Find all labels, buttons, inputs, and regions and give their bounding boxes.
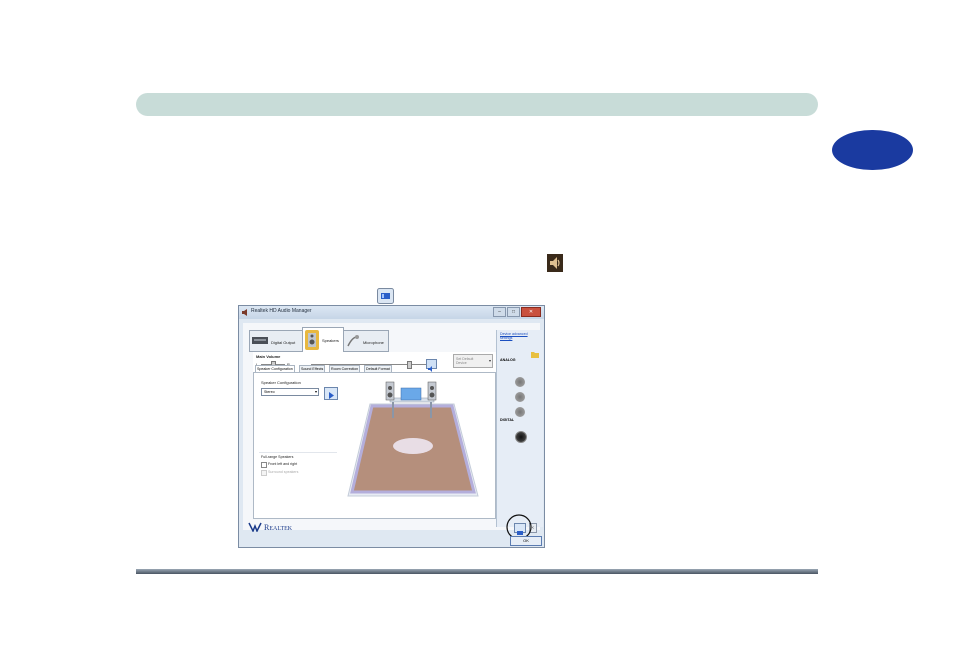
realtek-crab-icon [248,522,262,532]
analog-jack-3[interactable] [515,407,525,417]
window-client-area: Digital Output Speakers Microphone Main … [243,323,543,530]
device-advanced-settings-link[interactable]: Device advanced settings [500,332,538,340]
play-test-button[interactable] [324,387,338,400]
close-button[interactable]: ✕ [521,307,541,317]
window-title: Realtek HD Audio Manager [251,308,312,314]
chevron-down-icon: ▾ [488,358,491,363]
minimize-button[interactable]: – [493,307,506,317]
speaker-config-label: Speaker Configuration [261,380,301,385]
front-speakers-label: Front left and right [268,462,298,466]
maximize-button[interactable]: □ [507,307,520,317]
ok-button[interactable]: OK [510,536,542,546]
speaker-config-value: Stereo [264,390,275,394]
realtek-brand-text: Realtek [264,522,293,532]
speaker-configuration-panel: Speaker Configuration Stereo ▾ Full-rang… [253,372,496,519]
microphone-icon [347,335,359,347]
audio-manager-icon [377,288,394,304]
fullrange-group: Full-range Speakers Front left and right… [259,452,337,483]
digital-label: DIGITAL [500,418,515,422]
tab-digital-output[interactable]: Digital Output [249,330,303,352]
tab-label: Speakers [322,338,339,343]
page-footer-rule [136,569,818,574]
window-controls: – □ ✕ [493,307,541,317]
surround-speakers-label: Surround speakers [268,470,299,474]
window-titlebar: Realtek HD Audio Manager – □ ✕ [239,306,544,319]
chapter-tab [832,130,913,170]
play-icon [329,392,334,399]
fullrange-label: Full-range Speakers [261,455,294,459]
room-illustration [347,381,479,497]
surround-speakers-checkbox[interactable] [261,470,267,476]
digital-jack[interactable] [515,431,527,443]
tab-label: Microphone [363,340,384,345]
main-volume-label: Main Volume [256,354,281,359]
connector-side-panel: Device advanced settings ANALOG DIGITAL [496,330,543,527]
speaker-config-select[interactable]: Stereo ▾ [261,388,319,396]
realtek-audio-manager-window: Realtek HD Audio Manager – □ ✕ Digital O… [238,305,545,548]
tab-speakers[interactable]: Speakers [302,327,344,353]
set-default-device-dropdown[interactable]: Set Default Device ▾ [453,354,493,368]
digital-output-icon [252,337,268,344]
speakers-icon [305,330,319,350]
analog-jack-2[interactable] [515,392,525,402]
page-header-bar [136,93,818,116]
realtek-logo: Realtek [248,522,292,532]
chevron-down-icon: ▾ [314,389,317,394]
tab-label: Digital Output [271,340,296,345]
analog-jack-1[interactable] [515,377,525,387]
front-speakers-checkbox[interactable] [261,462,267,476]
set-default-label: Set Default Device [456,357,474,365]
speaker-tray-icon [547,254,563,272]
folder-icon[interactable] [531,351,539,358]
analog-label: ANALOG [500,358,516,362]
mute-button[interactable] [426,359,437,372]
speaker-app-icon [242,309,247,316]
tab-microphone[interactable]: Microphone [343,330,389,352]
volume-slider-thumb[interactable] [407,361,412,369]
